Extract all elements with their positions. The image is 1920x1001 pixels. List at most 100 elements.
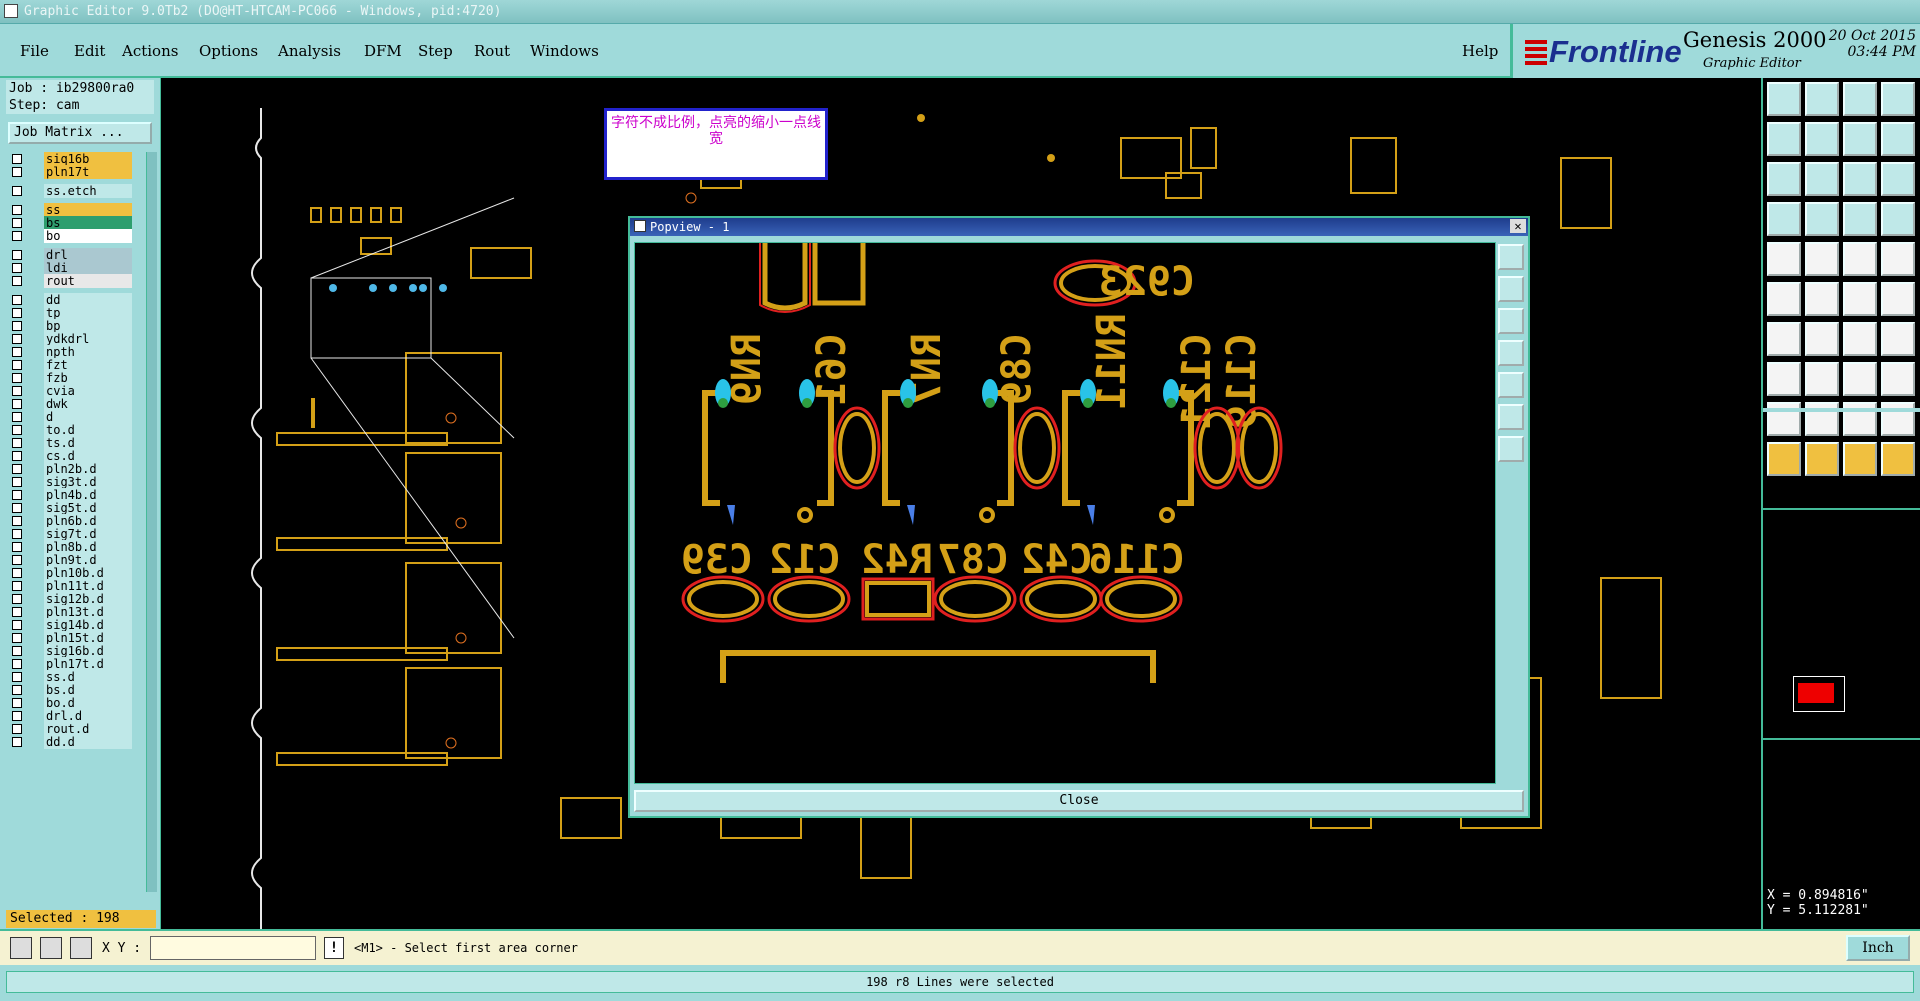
layer-checkbox[interactable]: [12, 360, 22, 370]
layer-checkbox[interactable]: [12, 438, 22, 448]
job-matrix-button[interactable]: Job Matrix ...: [8, 122, 152, 144]
layer-checkbox[interactable]: [12, 685, 22, 695]
layer-name[interactable]: dwk: [44, 397, 132, 411]
layer-row[interactable]: npth: [6, 345, 134, 359]
popview-tool-2[interactable]: [1498, 276, 1524, 302]
layer-row[interactable]: rout: [6, 274, 134, 288]
layer-name[interactable]: cs.d: [44, 449, 132, 463]
layer-name[interactable]: sig3t.d: [44, 475, 132, 489]
grid-icon[interactable]: [1805, 202, 1839, 236]
layer-name[interactable]: drl: [44, 248, 132, 262]
select-area-icon[interactable]: [1805, 242, 1839, 276]
layer-checkbox[interactable]: [12, 490, 22, 500]
layer-checkbox[interactable]: [12, 308, 22, 318]
layer-checkbox[interactable]: [12, 555, 22, 565]
add-line-icon[interactable]: [1767, 322, 1801, 356]
layer-name[interactable]: drl.d: [44, 709, 132, 723]
overview-frame[interactable]: [1793, 676, 1845, 712]
measure-icon[interactable]: [40, 937, 62, 959]
arc-icon[interactable]: [1843, 322, 1877, 356]
layer-row[interactable]: sig3t.d: [6, 475, 134, 489]
menu-windows[interactable]: Windows: [530, 42, 599, 60]
layer-row[interactable]: sig14b.d: [6, 618, 134, 632]
layer-row[interactable]: tp: [6, 306, 134, 320]
layer-checkbox[interactable]: [12, 154, 22, 164]
layer-row[interactable]: bs.d: [6, 683, 134, 697]
warning-icon[interactable]: !: [324, 937, 344, 959]
layer-name[interactable]: pln11t.d: [44, 579, 132, 593]
route-icon[interactable]: [1767, 282, 1801, 316]
layer-name[interactable]: d: [44, 410, 132, 424]
layer-name[interactable]: pln8b.d: [44, 540, 132, 554]
layer-row[interactable]: dd: [6, 293, 134, 307]
layer-checkbox[interactable]: [12, 218, 22, 228]
layer-checkbox[interactable]: [12, 186, 22, 196]
home-icon[interactable]: [1843, 82, 1877, 116]
layer-name[interactable]: bs.d: [44, 683, 132, 697]
move-corner-icon[interactable]: [1767, 362, 1801, 396]
layer-row[interactable]: pln13t.d: [6, 605, 134, 619]
layer-row[interactable]: to.d: [6, 423, 134, 437]
popview-tool-7[interactable]: [1498, 436, 1524, 462]
layer-name[interactable]: bs: [44, 216, 132, 230]
layer-name[interactable]: siq16b: [44, 152, 132, 166]
pointer-icon[interactable]: [1767, 442, 1801, 476]
layer-row[interactable]: sig16b.d: [6, 644, 134, 658]
snap-icon[interactable]: [1843, 202, 1877, 236]
layer-row[interactable]: pln9t.d: [6, 553, 134, 567]
layer-checkbox[interactable]: [12, 594, 22, 604]
help-query-icon[interactable]: [1881, 162, 1915, 196]
popview-close-icon[interactable]: ✕: [1510, 219, 1526, 233]
zoom-next-icon[interactable]: [1805, 122, 1839, 156]
zoom-in-icon[interactable]: [1881, 82, 1915, 116]
layer-name[interactable]: pln6b.d: [44, 514, 132, 528]
layer-checkbox[interactable]: [12, 386, 22, 396]
route-ends-icon[interactable]: [1843, 282, 1877, 316]
layer-name[interactable]: pln9t.d: [44, 553, 132, 567]
xy-input[interactable]: [150, 936, 316, 960]
popview-tool-5[interactable]: [1498, 372, 1524, 398]
layer-row[interactable]: ydkdrl: [6, 332, 134, 346]
layer-name[interactable]: tp: [44, 306, 132, 320]
layer-name[interactable]: bo: [44, 229, 132, 243]
zoom-fit-icon[interactable]: [1805, 82, 1839, 116]
menu-help[interactable]: Help: [1462, 42, 1498, 60]
units-button[interactable]: Inch: [1846, 935, 1910, 961]
layer-name[interactable]: pln15t.d: [44, 631, 132, 645]
diag-line-icon[interactable]: [1805, 322, 1839, 356]
layer-checkbox[interactable]: [12, 607, 22, 617]
layer-name[interactable]: bo.d: [44, 696, 132, 710]
layer-row[interactable]: ldi: [6, 261, 134, 275]
layer-checkbox[interactable]: [12, 477, 22, 487]
layer-row[interactable]: pln11t.d: [6, 579, 134, 593]
popview-close-button[interactable]: Close: [634, 790, 1524, 812]
layer-checkbox[interactable]: [12, 263, 22, 273]
layer-row[interactable]: fzb: [6, 371, 134, 385]
center-icon[interactable]: [1805, 162, 1839, 196]
layer-row[interactable]: d: [6, 410, 134, 424]
layer-checkbox[interactable]: [12, 425, 22, 435]
layer-checkbox[interactable]: [12, 659, 22, 669]
layer-checkbox[interactable]: [12, 231, 22, 241]
layer-checkbox[interactable]: [12, 399, 22, 409]
layer-row[interactable]: rout.d: [6, 722, 134, 736]
layer-row[interactable]: pln2b.d: [6, 462, 134, 476]
separator-icon[interactable]: [1881, 282, 1915, 316]
resize-icon[interactable]: [1881, 362, 1915, 396]
layer-checkbox[interactable]: [12, 620, 22, 630]
layer-name[interactable]: ss.etch: [44, 184, 132, 198]
layer-name[interactable]: fzb: [44, 371, 132, 385]
layer-row[interactable]: pln15t.d: [6, 631, 134, 645]
layer-row[interactable]: pln6b.d: [6, 514, 134, 528]
menu-edit[interactable]: Edit: [74, 42, 105, 60]
layer-name[interactable]: bp: [44, 319, 132, 333]
pan-icon[interactable]: [1843, 122, 1877, 156]
layer-checkbox[interactable]: [12, 503, 22, 513]
layer-name[interactable]: ydkdrl: [44, 332, 132, 346]
layer-name[interactable]: sig14b.d: [44, 618, 132, 632]
layer-checkbox[interactable]: [12, 250, 22, 260]
drag-icon[interactable]: [1843, 442, 1877, 476]
move-icon[interactable]: [1805, 362, 1839, 396]
layer-checkbox[interactable]: [12, 633, 22, 643]
layer-name[interactable]: cvia: [44, 384, 132, 398]
